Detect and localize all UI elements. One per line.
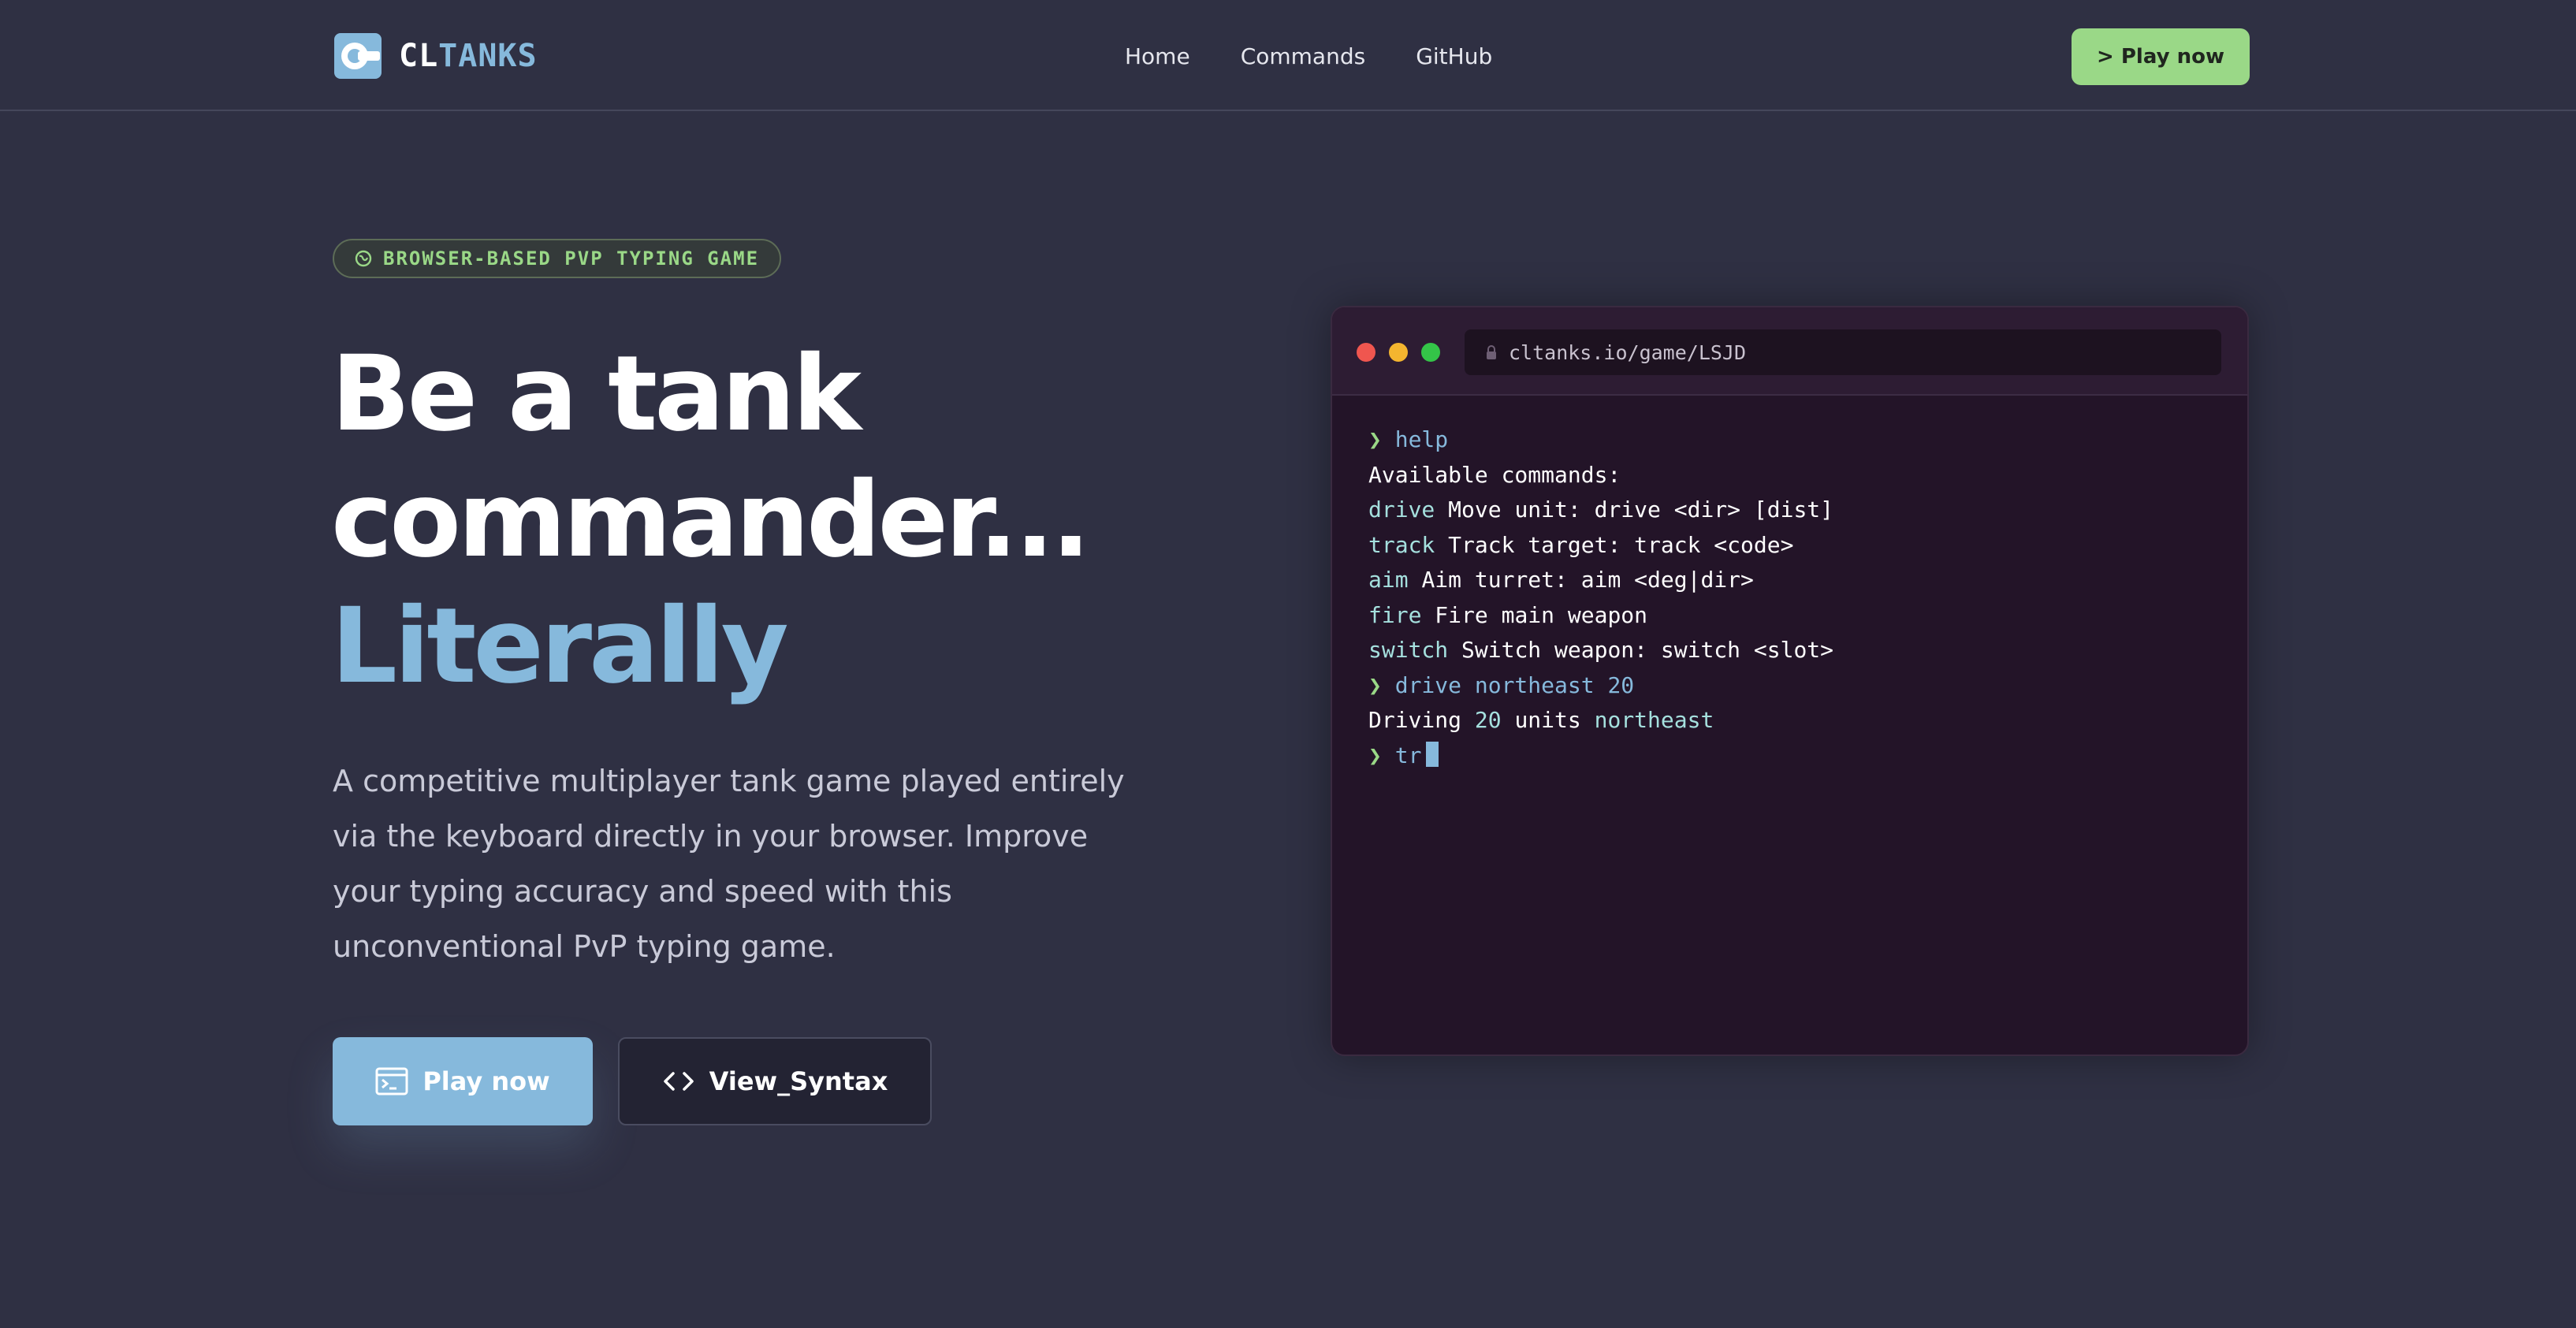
globe-icon xyxy=(355,250,372,267)
view-syntax-button[interactable]: View_Syntax xyxy=(618,1037,932,1125)
hero-description: A competitive multiplayer tank game play… xyxy=(333,764,1125,964)
terminal-output[interactable]: ❯ help Available commands: drive Move un… xyxy=(1368,422,1833,773)
terminal-current-input[interactable]: tr xyxy=(1395,742,1422,768)
hero-badge: BROWSER-BASED PVP TYPING GAME xyxy=(333,239,782,278)
headline-accent: Literally xyxy=(331,586,789,707)
nav-play-now-button[interactable]: > Play now xyxy=(2072,28,2250,85)
terminal-line: Driving 20 units northeast xyxy=(1368,707,1714,733)
main-nav: Home Commands GitHub xyxy=(1125,41,1543,73)
terminal-line: aim Aim turret: aim <deg|dir> xyxy=(1368,567,1754,593)
nav-link-commands[interactable]: Commands xyxy=(1241,41,1366,73)
url-text: cltanks.io/game/LSJD xyxy=(1509,340,1747,364)
maximize-dot xyxy=(1421,343,1440,362)
view-syntax-label: View_Syntax xyxy=(709,1066,888,1096)
hero-headline: Be a tank commander... Literally xyxy=(331,331,1091,709)
terminal-icon xyxy=(375,1067,408,1096)
play-now-label: Play now xyxy=(423,1066,550,1096)
terminal-window: cltanks.io/game/LSJD ❯ help Available co… xyxy=(1331,306,2249,1056)
url-bar: cltanks.io/game/LSJD xyxy=(1465,329,2221,375)
terminal-line: drive Move unit: drive <dir> [dist] xyxy=(1368,497,1834,523)
terminal-line: Available commands: xyxy=(1368,461,1621,488)
top-navbar: CLTANKS Home Commands GitHub > Play now xyxy=(0,0,2576,111)
tank-logo-icon xyxy=(334,33,382,79)
nav-link-home[interactable]: Home xyxy=(1125,41,1190,73)
code-brackets-icon xyxy=(663,1072,694,1091)
terminal-line: track Track target: track <code> xyxy=(1368,531,1794,558)
headline-line-1: Be a tank xyxy=(331,333,862,455)
terminal-line: switch Switch weapon: switch <slot> xyxy=(1368,637,1834,663)
hero-play-now-button[interactable]: Play now xyxy=(333,1037,593,1125)
brand-name: CLTANKS xyxy=(399,38,538,74)
minimize-dot xyxy=(1389,343,1408,362)
nav-link-github[interactable]: GitHub xyxy=(1416,41,1492,73)
headline-line-2: commander... xyxy=(331,459,1091,581)
close-dot xyxy=(1357,343,1375,362)
brand-logo[interactable]: CLTANKS xyxy=(334,33,538,79)
lock-icon xyxy=(1487,345,1496,359)
terminal-titlebar: cltanks.io/game/LSJD xyxy=(1332,307,2247,396)
terminal-line: ❯ drive northeast 20 xyxy=(1368,671,1635,698)
text-cursor xyxy=(1426,741,1439,767)
badge-label: BROWSER-BASED PVP TYPING GAME xyxy=(383,247,760,270)
terminal-input-line[interactable]: ❯ tr xyxy=(1368,738,1833,774)
terminal-line: ❯ help xyxy=(1368,426,1449,452)
terminal-line: fire Fire main weapon xyxy=(1368,601,1648,628)
